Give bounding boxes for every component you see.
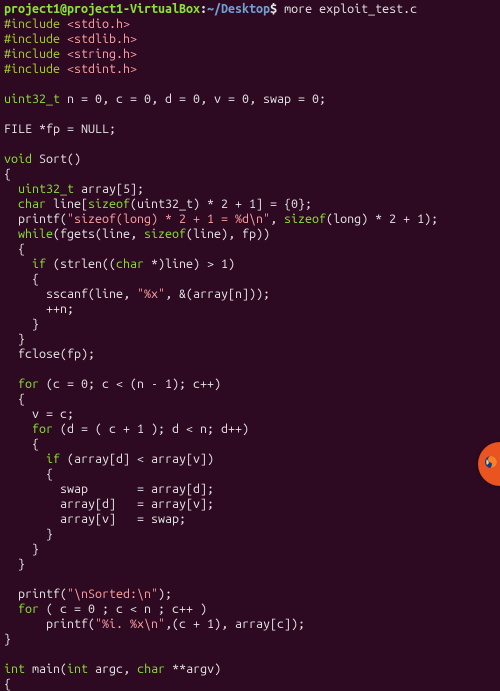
code: fclose(fp); <box>4 347 95 361</box>
include-kw: #include <box>4 62 67 76</box>
code: main( <box>25 662 67 676</box>
for-kw: for <box>4 602 46 616</box>
code: (long) * 2 + 1); <box>326 212 438 226</box>
brace: } <box>4 332 25 346</box>
terminal-output[interactable]: project1@project1-VirtualBox:~/Desktop$ … <box>0 0 500 691</box>
sizeof-kw: sizeof <box>284 212 326 226</box>
include-arg: <string.h> <box>67 47 137 61</box>
code: *)line) > 1) <box>144 257 235 271</box>
type-kw: uint32_t <box>4 182 74 196</box>
code: FILE *fp = NULL; <box>4 122 116 136</box>
code: v = c; <box>4 407 74 421</box>
code: , &(array[n])); <box>165 287 270 301</box>
prompt-user-host: project1@project1-VirtualBox <box>4 2 200 16</box>
brace: { <box>4 242 25 256</box>
string-literal: "%i. %x\n" <box>95 617 165 631</box>
code: swap = array[d]; <box>4 482 214 496</box>
string-literal: "\nSorted:\n" <box>67 587 158 601</box>
brace: { <box>4 392 25 406</box>
type-kw: int <box>67 662 88 676</box>
include-kw: #include <box>4 47 67 61</box>
code: , <box>270 212 284 226</box>
brace: { <box>4 677 11 691</box>
code: ( c = 0 ; c < n ; c++ ) <box>46 602 207 616</box>
code: **argv) <box>165 662 221 676</box>
code: (strlen(( <box>53 257 116 271</box>
brace: } <box>4 632 11 646</box>
brace: } <box>4 317 39 331</box>
include-kw: #include <box>4 32 67 46</box>
string-literal: "sizeof(long) * 2 + 1 = %d\n" <box>67 212 270 226</box>
type-kw: char <box>4 197 46 211</box>
firefox-icon <box>483 454 499 474</box>
include-arg: <stdio.h> <box>67 17 130 31</box>
prompt-sep: : <box>200 2 207 16</box>
type-kw: void <box>4 152 32 166</box>
brace: } <box>4 527 53 541</box>
code: line[ <box>46 197 88 211</box>
brace: { <box>4 272 39 286</box>
include-arg: <stdlib.h> <box>67 32 137 46</box>
code: printf( <box>4 587 67 601</box>
code: (c = 0; c < (n - 1); c++) <box>46 377 221 391</box>
brace: { <box>4 167 11 181</box>
code: ++n; <box>4 302 74 316</box>
code: (line), fp)) <box>186 227 270 241</box>
code: ); <box>158 587 172 601</box>
for-kw: for <box>4 377 46 391</box>
prompt-path: ~/Desktop <box>207 2 270 16</box>
for-kw: for <box>4 422 60 436</box>
include-arg: <stdint.h> <box>67 62 137 76</box>
code: array[d] = array[v]; <box>4 497 214 511</box>
code: array[v] = swap; <box>4 512 186 526</box>
while-kw: while <box>4 227 53 241</box>
type-kw: int <box>4 662 25 676</box>
brace: { <box>4 467 53 481</box>
brace: } <box>4 557 25 571</box>
brace: } <box>4 542 39 556</box>
type-kw: char <box>116 257 144 271</box>
if-kw: if <box>4 452 67 466</box>
code: printf( <box>4 212 67 226</box>
include-kw: #include <box>4 17 67 31</box>
prompt-line: project1@project1-VirtualBox:~/Desktop$ … <box>4 2 417 16</box>
sizeof-kw: sizeof <box>144 227 186 241</box>
code: Sort() <box>32 152 81 166</box>
code: printf( <box>4 617 95 631</box>
code: n = 0, c = 0, d = 0, v = 0, swap = 0; <box>60 92 326 106</box>
code: array[5]; <box>74 182 144 196</box>
brace: { <box>4 437 39 451</box>
prompt-dollar: $ <box>270 2 284 16</box>
code: (fgets(line, <box>53 227 144 241</box>
typed-command: more exploit_test.c <box>284 2 417 16</box>
type-kw: char <box>137 662 165 676</box>
sizeof-kw: sizeof <box>88 197 130 211</box>
type-kw: uint32_t <box>4 92 60 106</box>
code: (uint32_t) * 2 + 1] = {0}; <box>130 197 312 211</box>
code: sscanf(line, <box>4 287 137 301</box>
code: (array[d] < array[v]) <box>67 452 214 466</box>
code: (d = ( c + 1 ); d < n; d++) <box>60 422 249 436</box>
if-kw: if <box>4 257 53 271</box>
code: argc, <box>88 662 137 676</box>
code: ,(c + 1), array[c]); <box>165 617 305 631</box>
string-literal: "%x" <box>137 287 165 301</box>
